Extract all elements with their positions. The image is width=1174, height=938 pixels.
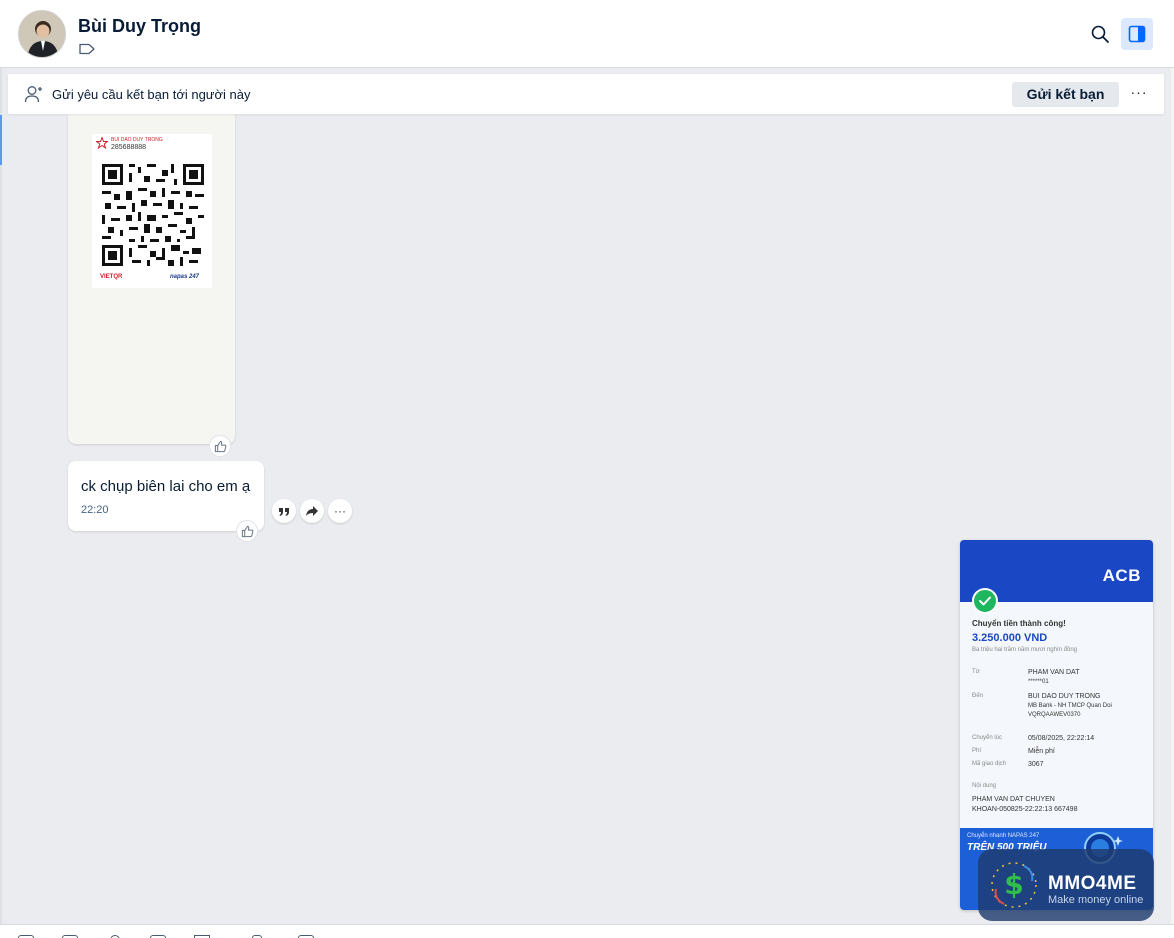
receipt-body: Chuyển tiền thành công! 3.250.000 VND Ba… — [960, 602, 1153, 828]
receipt-status: Chuyển tiền thành công! — [972, 619, 1066, 628]
watermark-title: MMO4ME — [1048, 873, 1137, 894]
from-account: ******01 — [1028, 679, 1049, 685]
napas-logo: napas 247 — [170, 274, 200, 280]
send-friend-request-button[interactable]: Gửi kết bạn — [1012, 82, 1119, 107]
thumbs-up-icon — [241, 525, 254, 538]
acb-logo: ACB — [1102, 566, 1141, 585]
watermark-logo: $ MMO4ME Make money online — [978, 849, 1154, 921]
svg-text:$: $ — [1004, 868, 1023, 901]
left-border — [0, 68, 2, 924]
text-message[interactable]: ck chụp biên lai cho em ạ 22:20 — [68, 461, 264, 531]
txn-label: Mã giao dịch — [972, 761, 1007, 767]
message-text: ck chụp biên lai cho em ạ — [81, 478, 251, 495]
quote-icon — [279, 508, 289, 516]
from-label: Từ — [972, 669, 980, 675]
fee-value: Miễn phí — [1028, 748, 1055, 755]
to-name: BUI DAO DUY TRONG — [1028, 693, 1101, 700]
time-value: 05/08/2025, 22:22:14 — [1028, 735, 1095, 742]
to-account: VQRQAAWEV0370 — [1028, 712, 1081, 718]
friend-request-bar: Gửi yêu cầu kết bạn tới người này Gửi kế… — [8, 74, 1164, 114]
time-label: Chuyển lúc — [972, 735, 1003, 741]
add-friend-icon — [24, 86, 42, 103]
promo-line-1: Chuyển nhanh NAPAS 247 — [967, 833, 1040, 839]
content-line-2: KHOAN-050825-22:22:13 667498 — [972, 806, 1078, 813]
more-actions-button[interactable]: ··· — [328, 499, 352, 523]
more-options-button[interactable]: ··· — [1130, 82, 1148, 102]
message-time: 22:20 — [81, 504, 109, 516]
like-reaction-button[interactable] — [209, 435, 231, 457]
dollar-coin-icon: $ — [991, 862, 1037, 908]
qr-code-icon — [102, 164, 204, 266]
contact-name[interactable]: Bùi Duy Trọng — [78, 16, 201, 37]
star-logo-icon — [96, 137, 108, 149]
vietqr-logo: VIETQR — [100, 274, 123, 280]
left-scroll-accent — [0, 115, 2, 165]
content-line-1: PHAM VAN DAT CHUYEN — [972, 796, 1055, 803]
friend-request-text: Gửi yêu cầu kết bạn tới người này — [52, 87, 251, 102]
search-icon[interactable] — [1090, 24, 1110, 44]
tag-icon[interactable] — [79, 43, 95, 55]
qr-account-name: BUI DAO DUY TRONG — [111, 137, 163, 143]
sidebar-panel-icon — [1128, 25, 1146, 43]
toggle-sidebar-button[interactable] — [1121, 18, 1153, 50]
like-reaction-button[interactable] — [236, 520, 258, 542]
to-bank: MB Bank - NH TMCP Quan Doi — [1028, 703, 1112, 709]
qr-account-number: 285688888 — [111, 144, 147, 151]
content-label: Nội dung — [972, 783, 997, 789]
image-message[interactable]: BUI DAO DUY TRONG 285688888 VIETQR napas… — [68, 114, 235, 444]
reply-button[interactable] — [272, 499, 296, 523]
watermark-subtitle: Make money online — [1048, 894, 1144, 906]
share-arrow-icon — [306, 506, 318, 516]
receipt-amount-words: Ba triệu hai trăm năm mươi nghìn đồng — [972, 647, 1078, 653]
qr-code-image[interactable]: BUI DAO DUY TRONG 285688888 VIETQR napas… — [92, 134, 212, 288]
txn-value: 3067 — [1028, 761, 1044, 768]
success-check-icon — [972, 588, 998, 614]
to-label: Đến — [972, 693, 984, 699]
fee-label: Phí — [972, 748, 982, 754]
avatar[interactable] — [18, 10, 66, 58]
thumbs-up-icon — [214, 440, 227, 453]
from-name: PHAM VAN DAT — [1028, 669, 1080, 676]
chat-header: Bùi Duy Trọng — [0, 0, 1174, 68]
composer-toolbar — [0, 924, 1174, 938]
forward-button[interactable] — [300, 499, 324, 523]
receipt-amount: 3.250.000 VND — [972, 632, 1048, 644]
